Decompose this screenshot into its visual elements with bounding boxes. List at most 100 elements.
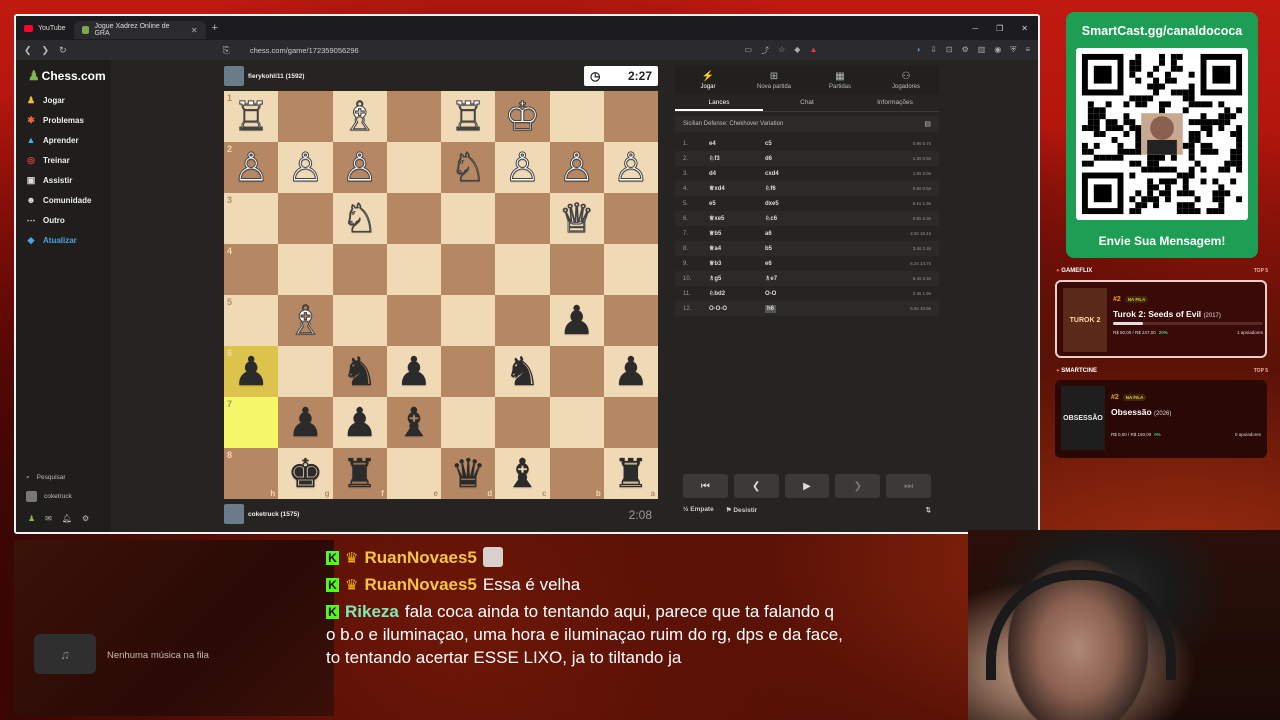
board-square[interactable]: [603, 397, 658, 448]
new-tab-icon[interactable]: +: [212, 22, 218, 34]
screenshot-icon[interactable]: ⊡: [946, 45, 953, 56]
black-queen-icon[interactable]: ♛: [450, 454, 486, 494]
subtab-lances[interactable]: Lances: [675, 94, 763, 111]
board-square[interactable]: ♟: [278, 397, 333, 448]
cast-icon[interactable]: ▭: [745, 45, 753, 56]
white-rook-icon[interactable]: ♖: [450, 96, 487, 137]
black-rook-icon[interactable]: ♜: [613, 454, 649, 494]
first-move-button[interactable]: ⏮: [683, 474, 728, 498]
friends-icon[interactable]: ♟: [28, 514, 35, 523]
board-square[interactable]: d ♛: [441, 448, 496, 499]
board-square[interactable]: [386, 295, 441, 346]
white-move[interactable]: ♕xe5: [709, 215, 765, 222]
white-pawn-icon[interactable]: ♙: [504, 147, 541, 188]
white-pawn-icon[interactable]: ♙: [612, 147, 649, 188]
white-move[interactable]: ♕b5: [709, 230, 765, 237]
settings-icon[interactable]: ⚙: [962, 45, 969, 56]
board-square[interactable]: e: [386, 448, 441, 499]
board-square[interactable]: ♟: [386, 346, 441, 397]
board-square[interactable]: ♔: [495, 91, 550, 142]
gear-icon[interactable]: ⚙: [82, 514, 89, 523]
profile-icon[interactable]: ◉: [994, 45, 1001, 56]
black-pawn-icon[interactable]: ♟: [287, 403, 323, 443]
board-square[interactable]: [495, 193, 550, 244]
board-square[interactable]: 5: [224, 295, 279, 346]
board-square[interactable]: [441, 244, 496, 295]
extension-icon[interactable]: ◆: [794, 45, 800, 56]
white-move[interactable]: e4: [709, 141, 765, 147]
white-move[interactable]: ♗g5: [709, 275, 765, 282]
next-move-button[interactable]: ❯: [835, 474, 881, 498]
black-king-icon[interactable]: ♚: [287, 454, 323, 494]
close-window-icon[interactable]: ✕: [1021, 24, 1028, 33]
black-rook-icon[interactable]: ♜: [342, 454, 378, 494]
board-square[interactable]: [441, 346, 496, 397]
board-square[interactable]: ♙: [549, 142, 604, 193]
board-square[interactable]: [549, 346, 604, 397]
black-move[interactable]: ♘f6: [765, 185, 825, 192]
white-move[interactable]: e5: [709, 201, 765, 207]
white-move[interactable]: ♘f3: [709, 155, 765, 162]
bookmark-icon[interactable]: ⎘: [223, 45, 230, 56]
board-square[interactable]: [386, 91, 441, 142]
board-square[interactable]: ♙: [495, 142, 550, 193]
tab-youtube[interactable]: YouTube: [16, 19, 74, 37]
black-bishop-icon[interactable]: ♝: [504, 454, 540, 494]
black-move[interactable]: b5: [765, 246, 825, 252]
board-square[interactable]: [441, 397, 496, 448]
sidebar-user[interactable]: coketruck: [26, 487, 72, 506]
white-pawn-icon[interactable]: ♙: [341, 147, 378, 188]
black-move[interactable]: e6: [765, 261, 825, 267]
white-pawn-icon[interactable]: ♙: [287, 147, 324, 188]
white-pawn-icon[interactable]: ♙: [233, 147, 270, 188]
board-square[interactable]: ♙: [278, 142, 333, 193]
board-square[interactable]: [549, 244, 604, 295]
black-move[interactable]: h6: [765, 304, 777, 313]
board-square[interactable]: [549, 91, 604, 142]
board-square[interactable]: ♗: [332, 91, 387, 142]
last-move-button[interactable]: ⏭: [886, 474, 931, 498]
board-square[interactable]: c ♝: [495, 448, 550, 499]
white-bishop-icon[interactable]: ♗: [341, 96, 378, 137]
black-move[interactable]: cxd4: [765, 171, 825, 177]
board-square[interactable]: f ♜: [332, 448, 387, 499]
sidebar-item-outro[interactable]: ⋯ Outro: [26, 210, 91, 230]
board-square[interactable]: 2 ♙: [224, 142, 279, 193]
draw-button[interactable]: ½ Empate: [683, 506, 714, 514]
board-square[interactable]: g ♚: [278, 448, 333, 499]
white-knight-icon[interactable]: ♘: [341, 198, 378, 239]
board-square[interactable]: 8h: [224, 448, 279, 499]
board-square[interactable]: ♟: [549, 295, 604, 346]
black-pawn-icon[interactable]: ♟: [342, 403, 378, 443]
play-button[interactable]: ▶: [784, 474, 830, 498]
board-square[interactable]: ♕: [549, 193, 604, 244]
translate-icon[interactable]: ◗: [916, 45, 921, 56]
board-square[interactable]: [386, 244, 441, 295]
sidebar-item-aprender[interactable]: ▲ Aprender: [26, 130, 91, 150]
reload-icon[interactable]: ↻: [59, 45, 67, 56]
maximize-icon[interactable]: ❐: [996, 24, 1003, 33]
download-icon[interactable]: ⇩: [930, 45, 937, 56]
white-move[interactable]: ♕xd4: [709, 185, 765, 192]
black-pawn-icon[interactable]: ♟: [233, 352, 269, 392]
board-square[interactable]: ♟: [603, 346, 658, 397]
tab-jogadores[interactable]: ⚇ Jogadores: [873, 66, 939, 94]
board-square[interactable]: ♙: [332, 142, 387, 193]
board-square[interactable]: 4: [224, 244, 279, 295]
bell-icon[interactable]: 🔔︎: [62, 514, 72, 523]
sidebar-item-problemas[interactable]: ✱ Problemas: [26, 110, 91, 130]
white-queen-icon[interactable]: ♕: [558, 198, 595, 239]
black-knight-icon[interactable]: ♞: [504, 352, 540, 392]
white-move[interactable]: O-O-O: [709, 306, 765, 312]
tab-partidas[interactable]: ▦ Partidas: [807, 66, 873, 94]
board-square[interactable]: [278, 244, 333, 295]
board-square[interactable]: ♘: [332, 193, 387, 244]
tab-nova-partida[interactable]: ⊞ Nova partida: [741, 66, 807, 94]
close-tab-icon[interactable]: ✕: [191, 26, 198, 35]
board-square[interactable]: ♙: [603, 142, 658, 193]
white-move[interactable]: d4: [709, 171, 765, 177]
black-move[interactable]: O-O: [765, 291, 825, 297]
board-square[interactable]: 7: [224, 397, 279, 448]
tab-chess[interactable]: Jogue Xadrez Online de GRA ✕: [73, 21, 206, 39]
black-move[interactable]: c5: [765, 141, 825, 147]
